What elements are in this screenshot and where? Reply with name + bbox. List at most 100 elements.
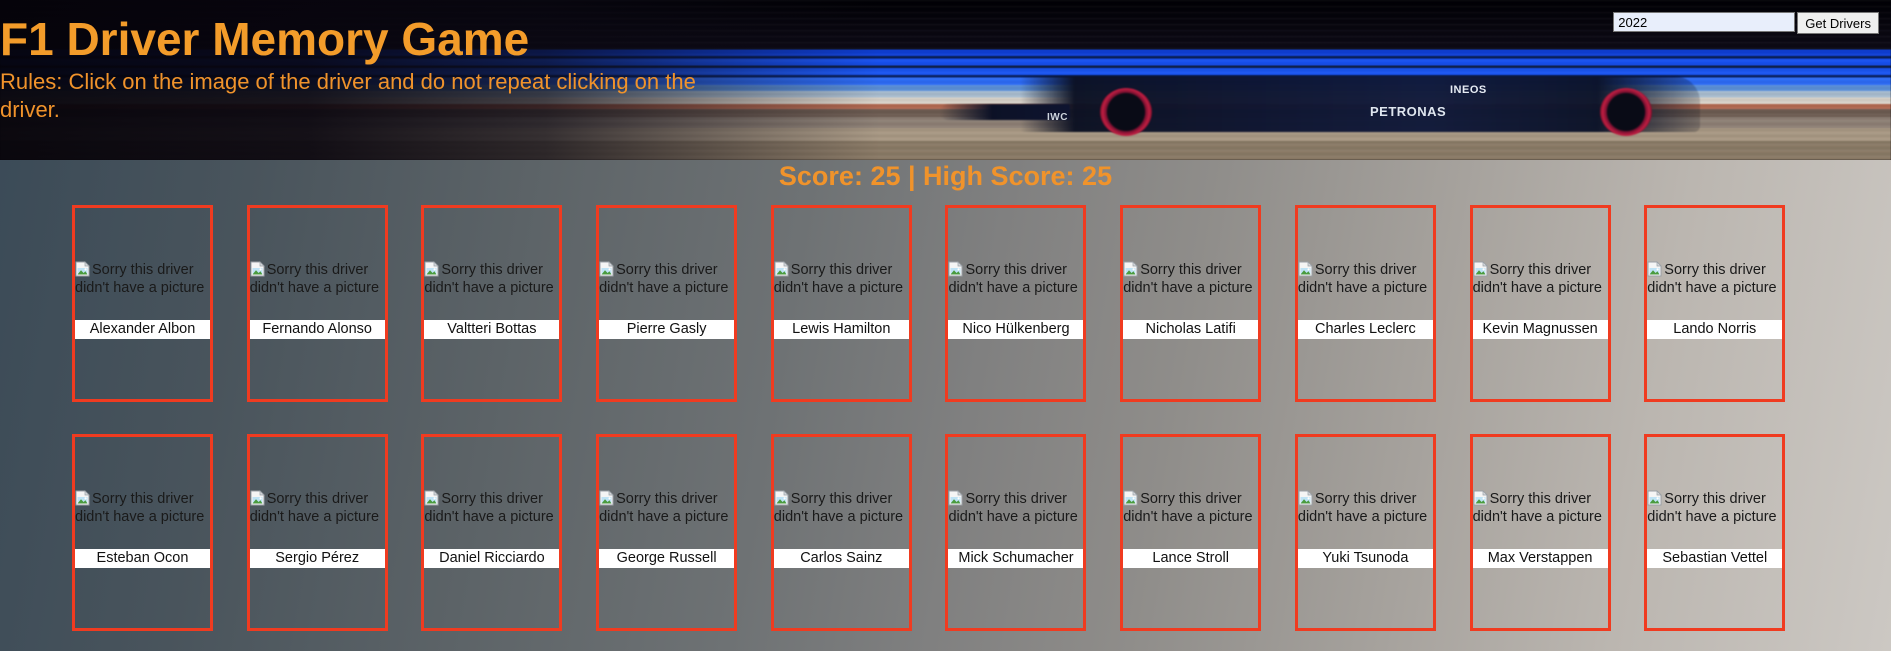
driver-card[interactable]: Sorry this driver didn't have a picture L… (1644, 205, 1786, 402)
ineos-sponsor-label: INEOS (1450, 84, 1487, 96)
driver-name-label: Esteban Ocon (75, 549, 210, 568)
broken-image-icon (1647, 490, 1663, 506)
driver-image-alt-text: Sorry this driver didn't have a picture (75, 262, 205, 296)
driver-card[interactable]: Sorry this driver didn't have a picture D… (421, 434, 563, 631)
driver-card[interactable]: Sorry this driver didn't have a picture M… (1469, 434, 1611, 631)
driver-card[interactable]: Sorry this driver didn't have a picture N… (1120, 205, 1262, 402)
driver-image-placeholder: Sorry this driver didn't have a picture (250, 490, 385, 526)
driver-image-placeholder: Sorry this driver didn't have a picture (774, 261, 909, 297)
driver-image-placeholder: Sorry this driver didn't have a picture (1647, 490, 1782, 526)
broken-image-icon (1473, 261, 1489, 277)
driver-name-label: Valtteri Bottas (424, 320, 560, 339)
driver-image-placeholder: Sorry this driver didn't have a picture (599, 490, 734, 526)
driver-image-placeholder: Sorry this driver didn't have a picture (948, 261, 1083, 297)
driver-image-placeholder: Sorry this driver didn't have a picture (599, 261, 734, 297)
broken-image-icon (599, 261, 615, 277)
driver-name-label: Lance Stroll (1123, 549, 1259, 568)
get-drivers-button[interactable]: Get Drivers (1797, 12, 1879, 34)
broken-image-icon (424, 261, 440, 277)
driver-card[interactable]: Sorry this driver didn't have a picture A… (72, 205, 213, 402)
broken-image-icon (774, 490, 790, 506)
driver-name-label: Lando Norris (1647, 320, 1783, 339)
driver-image-alt-text: Sorry this driver didn't have a picture (948, 491, 1078, 525)
driver-name-label: Kevin Magnussen (1472, 320, 1608, 339)
driver-name-label: Nico Hülkenberg (948, 320, 1084, 339)
iwc-sponsor-label: IWC (1047, 112, 1068, 123)
broken-image-icon (599, 490, 615, 506)
broken-image-icon (1298, 490, 1314, 506)
broken-image-icon (424, 490, 440, 506)
driver-image-placeholder: Sorry this driver didn't have a picture (424, 261, 559, 297)
driver-image-placeholder: Sorry this driver didn't have a picture (75, 261, 210, 297)
driver-card[interactable]: Sorry this driver didn't have a picture M… (945, 434, 1087, 631)
driver-name-label: Alexander Albon (75, 320, 210, 339)
driver-image-alt-text: Sorry this driver didn't have a picture (1472, 262, 1602, 296)
year-search-controls: Get Drivers (1613, 12, 1879, 34)
driver-card[interactable]: Sorry this driver didn't have a picture V… (421, 205, 563, 402)
driver-card[interactable]: Sorry this driver didn't have a picture L… (1120, 434, 1262, 631)
driver-image-alt-text: Sorry this driver didn't have a picture (249, 491, 380, 525)
year-input[interactable] (1613, 12, 1796, 32)
driver-image-placeholder: Sorry this driver didn't have a picture (1298, 490, 1433, 526)
petronas-sponsor-label: PETRONAS (1370, 104, 1447, 119)
driver-card[interactable]: Sorry this driver didn't have a picture C… (1294, 205, 1436, 402)
driver-card[interactable]: Sorry this driver didn't have a picture N… (945, 205, 1087, 402)
broken-image-icon (1123, 261, 1139, 277)
driver-name-label: Lewis Hamilton (773, 320, 909, 339)
driver-image-alt-text: Sorry this driver didn't have a picture (1297, 262, 1428, 296)
driver-image-alt-text: Sorry this driver didn't have a picture (424, 491, 554, 525)
rules-text: Rules: Click on the image of the driver … (0, 69, 696, 122)
driver-card-grid: Sorry this driver didn't have a picture A… (0, 205, 1891, 631)
driver-image-placeholder: Sorry this driver didn't have a picture (75, 490, 210, 526)
driver-name-label: Nicholas Latifi (1123, 320, 1259, 339)
broken-image-icon (75, 490, 91, 506)
driver-card[interactable]: Sorry this driver didn't have a picture Y… (1294, 434, 1436, 631)
driver-name-label: Sergio Pérez (249, 549, 385, 568)
driver-image-placeholder: Sorry this driver didn't have a picture (424, 490, 559, 526)
driver-image-alt-text: Sorry this driver didn't have a picture (773, 262, 904, 296)
driver-image-alt-text: Sorry this driver didn't have a picture (424, 262, 554, 296)
driver-card[interactable]: Sorry this driver didn't have a picture L… (770, 205, 912, 402)
driver-name-label: Pierre Gasly (599, 320, 735, 339)
driver-image-placeholder: Sorry this driver didn't have a picture (1647, 261, 1782, 297)
driver-card[interactable]: Sorry this driver didn't have a picture F… (246, 205, 388, 402)
broken-image-icon (1298, 261, 1314, 277)
broken-image-icon (1473, 490, 1489, 506)
memory-game-page: IWC PETRONAS INEOS F1 Driver Memory Game… (0, 0, 1891, 651)
broken-image-icon (75, 261, 91, 277)
driver-card[interactable]: Sorry this driver didn't have a picture S… (1644, 434, 1786, 631)
broken-image-icon (948, 490, 964, 506)
driver-name-label: Daniel Ricciardo (424, 549, 560, 568)
broken-image-icon (1647, 261, 1663, 277)
driver-image-alt-text: Sorry this driver didn't have a picture (599, 262, 729, 296)
driver-card[interactable]: Sorry this driver didn't have a picture C… (770, 434, 912, 631)
driver-image-alt-text: Sorry this driver didn't have a picture (1123, 491, 1253, 525)
driver-name-label: George Russell (599, 549, 735, 568)
driver-name-label: Fernando Alonso (249, 320, 385, 339)
driver-image-placeholder: Sorry this driver didn't have a picture (1123, 490, 1258, 526)
driver-card[interactable]: Sorry this driver didn't have a picture G… (596, 434, 738, 631)
driver-card[interactable]: Sorry this driver didn't have a picture K… (1469, 205, 1611, 402)
driver-image-placeholder: Sorry this driver didn't have a picture (774, 490, 909, 526)
driver-card[interactable]: Sorry this driver didn't have a picture S… (246, 434, 388, 631)
f1-car-rear-wheel (1600, 88, 1652, 136)
driver-name-label: Yuki Tsunoda (1297, 549, 1433, 568)
score-display: Score: 25 | High Score: 25 (778, 161, 1113, 191)
driver-image-alt-text: Sorry this driver didn't have a picture (948, 262, 1078, 296)
driver-image-alt-text: Sorry this driver didn't have a picture (1647, 491, 1777, 525)
driver-image-alt-text: Sorry this driver didn't have a picture (1297, 491, 1428, 525)
broken-image-icon (250, 490, 266, 506)
driver-image-placeholder: Sorry this driver didn't have a picture (250, 261, 385, 297)
driver-image-placeholder: Sorry this driver didn't have a picture (1123, 261, 1258, 297)
broken-image-icon (250, 261, 266, 277)
driver-image-alt-text: Sorry this driver didn't have a picture (75, 491, 205, 525)
broken-image-icon (774, 261, 790, 277)
driver-image-alt-text: Sorry this driver didn't have a picture (773, 491, 904, 525)
broken-image-icon (1123, 490, 1139, 506)
driver-name-label: Max Verstappen (1472, 549, 1608, 568)
driver-card[interactable]: Sorry this driver didn't have a picture P… (596, 205, 738, 402)
f1-car-front-wheel (1100, 88, 1152, 136)
driver-name-label: Sebastian Vettel (1647, 549, 1783, 568)
driver-image-alt-text: Sorry this driver didn't have a picture (249, 262, 380, 296)
driver-card[interactable]: Sorry this driver didn't have a picture E… (72, 434, 213, 631)
